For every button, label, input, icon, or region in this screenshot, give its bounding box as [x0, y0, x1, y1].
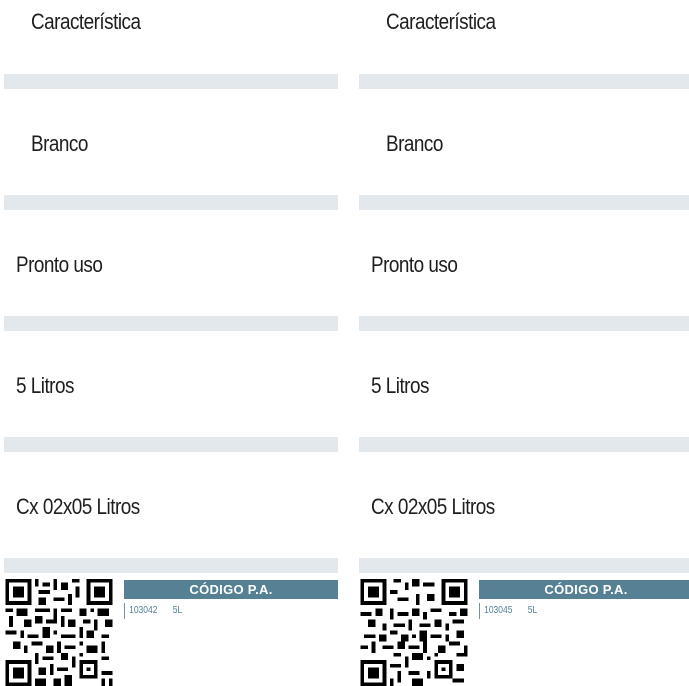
row-characteristic: Característica — [31, 9, 141, 34]
product-volume: 5L — [527, 605, 538, 616]
code-header: CÓDIGO P.A. — [124, 580, 338, 599]
divider-band — [359, 195, 689, 210]
divider-band — [4, 437, 338, 452]
product-code: 103042 — [129, 605, 158, 616]
divider-band — [359, 437, 689, 452]
row-usage: Pronto uso — [371, 252, 458, 277]
code-info: 103042 5L — [124, 603, 182, 619]
qr-code-icon — [360, 579, 468, 686]
divider-band — [4, 316, 338, 331]
row-volume: 5 Litros — [371, 373, 429, 398]
row-usage: Pronto uso — [16, 252, 103, 277]
divider-band — [359, 316, 689, 331]
divider-band — [4, 558, 338, 573]
qr-code-icon — [5, 579, 113, 686]
code-info: 103045 5L — [479, 603, 537, 619]
divider-band — [359, 558, 689, 573]
row-packaging: Cx 02x05 Litros — [16, 494, 140, 519]
row-packaging: Cx 02x05 Litros — [371, 494, 495, 519]
product-column-right: Característica Branco Pronto uso 5 Litro… — [359, 0, 689, 686]
product-code: 103045 — [484, 605, 513, 616]
code-header: CÓDIGO P.A. — [479, 580, 689, 599]
divider-band — [359, 74, 689, 89]
divider-band — [4, 74, 338, 89]
row-volume: 5 Litros — [16, 373, 74, 398]
divider-band — [4, 195, 338, 210]
product-volume: 5L — [172, 605, 183, 616]
row-color: Branco — [386, 131, 443, 156]
product-column-left: Característica Branco Pronto uso 5 Litro… — [4, 0, 338, 686]
row-color: Branco — [31, 131, 88, 156]
row-characteristic: Característica — [386, 9, 496, 34]
